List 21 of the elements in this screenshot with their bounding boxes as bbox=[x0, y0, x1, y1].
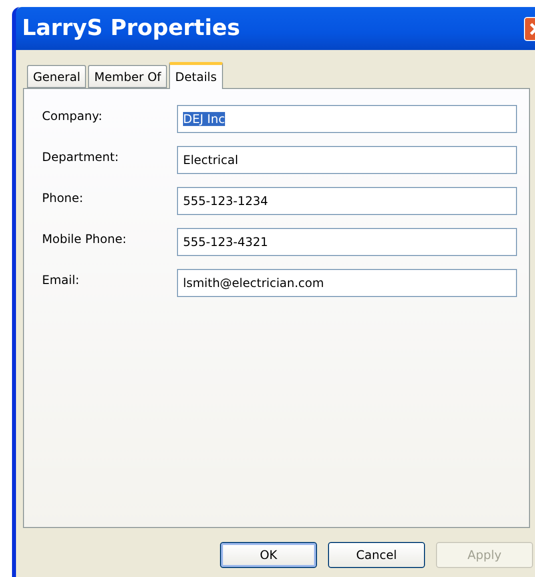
input-field[interactable]: 555-123-1234 bbox=[177, 187, 517, 215]
input-field[interactable]: Electrical bbox=[177, 146, 517, 174]
dialog-button[interactable]: OK bbox=[220, 542, 317, 568]
tab[interactable]: Details bbox=[169, 62, 223, 89]
field-label: Department: bbox=[42, 149, 120, 164]
tab[interactable]: Member Of bbox=[88, 65, 168, 88]
field-value: 555-123-1234 bbox=[183, 194, 268, 208]
field-value: DEJ Inc bbox=[183, 112, 225, 126]
window-title: LarryS Properties bbox=[22, 16, 240, 41]
field-value: Electrical bbox=[183, 153, 238, 167]
field-label: Phone: bbox=[42, 190, 84, 205]
field-value: lsmith@electrician.com bbox=[183, 276, 324, 290]
field-label: Mobile Phone: bbox=[42, 231, 128, 246]
field-value: 555-123-4321 bbox=[183, 235, 268, 249]
tab[interactable]: General bbox=[27, 65, 86, 88]
field-label: Email: bbox=[42, 272, 80, 287]
input-field[interactable]: lsmith@electrician.com bbox=[177, 269, 517, 297]
input-field[interactable]: DEJ Inc bbox=[177, 105, 517, 133]
dialog-button[interactable]: Cancel bbox=[328, 542, 425, 568]
field-label: Company: bbox=[42, 108, 104, 123]
input-field[interactable]: 555-123-4321 bbox=[177, 228, 517, 256]
